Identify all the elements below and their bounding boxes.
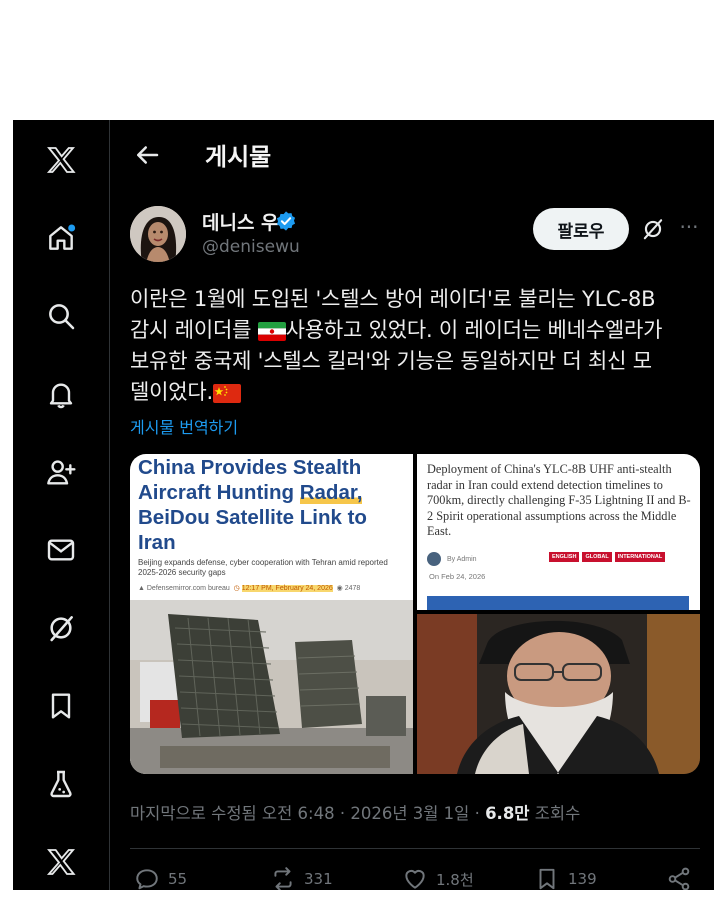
author-handle[interactable]: @denisewu [202, 237, 300, 257]
post-timestamp: 마지막으로 수정됨 오전 6:48 · 2026년 3월 1일 · 6.8만 조… [130, 804, 581, 823]
media-image-portrait[interactable] [417, 614, 700, 774]
share-button[interactable] [666, 866, 692, 890]
app-frame: 게시물 데니스 우 @denisewu 팔로우 ··· 이란은 1월에 도입된 [13, 120, 714, 890]
post-line: 사용하고 있었다. 이 레이더는 베네수엘라가 [285, 318, 663, 342]
radar-photo [130, 600, 413, 774]
post-detail: 게시물 데니스 우 @denisewu 팔로우 ··· 이란은 1월에 도입된 [110, 120, 714, 890]
reply-count: 55 [168, 870, 188, 888]
premium-x-icon[interactable] [41, 842, 81, 882]
notifications-icon[interactable] [41, 374, 81, 414]
view-count: 6.8만 [485, 804, 530, 823]
follow-button[interactable]: 팔로우 [533, 208, 629, 250]
messages-icon[interactable] [41, 530, 81, 570]
post-line: 보유한 중국제 '스텔스 킬러'와 기능은 동일하지만 더 최신 모 [130, 349, 652, 373]
article-image-strip [427, 596, 689, 610]
post-text: 이란은 1월에 도입된 '스텔스 방어 레이더'로 불리는 YLC-8B 감시 … [130, 284, 708, 408]
repost-count: 331 [304, 870, 333, 888]
tag-badge: ENGLISH [549, 552, 580, 562]
post-line: 델이었다. [130, 380, 213, 404]
follow-icon[interactable] [41, 452, 81, 492]
repost-icon [274, 867, 292, 890]
article-tags: ENGLISH GLOBAL INTERNATIONAL [549, 552, 666, 562]
media-image-article-2[interactable]: Deployment of China's YLC-8B UHF anti-st… [417, 454, 700, 610]
post-line: 이란은 1월에 도입된 '스텔스 방어 레이더'로 불리는 YLC-8B [130, 287, 656, 311]
share-icon [668, 867, 690, 890]
like-count: 1.8천 [436, 870, 474, 889]
more-options-icon[interactable]: ··· [676, 214, 702, 240]
article-summary: Deployment of China's YLC-8B UHF anti-st… [427, 462, 691, 538]
sidebar-nav [13, 120, 110, 890]
bookmark-count: 139 [568, 870, 597, 888]
article-meta: ▲ Defensemirror.com bureau ◷ 12:17 PM, F… [138, 585, 361, 592]
reply-button[interactable]: 55 [134, 866, 187, 890]
heart-icon [405, 869, 425, 889]
author-name[interactable]: 데니스 우 [202, 208, 279, 235]
tag-badge: GLOBAL [582, 552, 612, 562]
like-button[interactable]: 1.8천 [402, 866, 474, 890]
china-flag-icon [212, 383, 241, 403]
media-grid: China Provides Stealth Aircraft Hunting … [130, 454, 700, 774]
divider [130, 848, 700, 849]
post-line: 감시 레이더를 [130, 318, 258, 342]
article-author: By Admin [427, 552, 477, 566]
reply-icon [136, 869, 158, 890]
bookmarks-icon[interactable] [41, 686, 81, 726]
home-icon[interactable] [41, 218, 81, 258]
bookmark-icon [539, 868, 555, 890]
search-icon[interactable] [41, 296, 81, 336]
portrait-photo [417, 614, 700, 774]
avatar[interactable] [130, 206, 186, 262]
verified-badge-icon [275, 210, 297, 232]
translate-post-link[interactable]: 게시물 번역하기 [130, 414, 238, 438]
article-headline: China Provides Stealth Aircraft Hunting … [138, 456, 367, 554]
article-subtitle: Beijing expands defense, cyber cooperati… [138, 558, 388, 577]
article-date: On Feb 24, 2026 [429, 572, 486, 581]
repost-button[interactable]: 331 [270, 866, 333, 890]
grok-icon[interactable] [640, 216, 666, 242]
iran-flag-icon [257, 321, 286, 341]
x-logo-icon[interactable] [41, 140, 81, 180]
page-title: 게시물 [205, 143, 272, 171]
grok-icon[interactable] [41, 608, 81, 648]
bookmark-button[interactable]: 139 [534, 866, 597, 890]
back-arrow-icon[interactable] [132, 140, 162, 170]
labs-icon[interactable] [41, 764, 81, 804]
tag-badge: INTERNATIONAL [614, 552, 666, 562]
media-image-article-1[interactable]: China Provides Stealth Aircraft Hunting … [130, 454, 413, 774]
